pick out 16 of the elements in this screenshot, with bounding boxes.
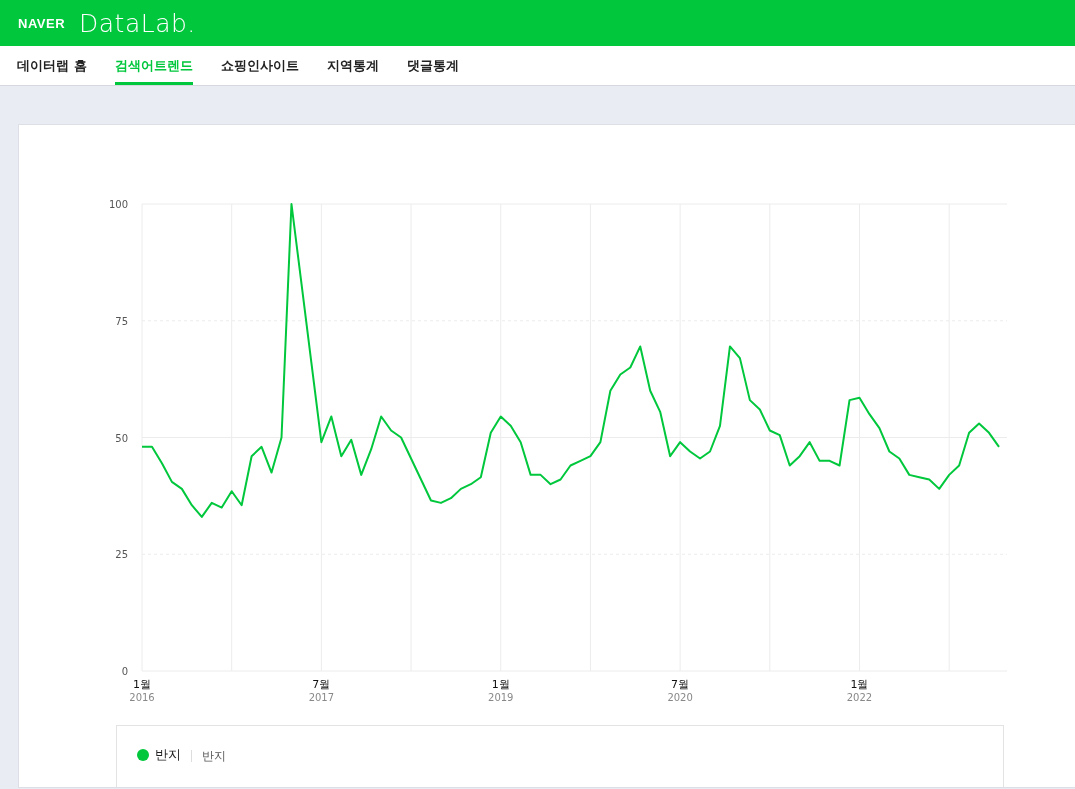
y-axis-label: 25 — [115, 549, 128, 561]
y-axis-label: 100 — [108, 199, 128, 210]
x-axis-label: 7월 2020 — [667, 678, 693, 703]
nav-tab[interactable]: 지역통계 — [326, 46, 379, 85]
x-axis-label: 7월 2017 — [308, 678, 335, 703]
x-axis-label: 1월 2016 — [129, 678, 155, 703]
nav-tab[interactable]: 댓글통계 — [406, 46, 459, 85]
y-axis-label: 0 — [121, 666, 128, 677]
x-axis-label: 1월 2022 — [846, 678, 873, 703]
x-axis-label: 1월 2019 — [488, 678, 514, 703]
nav-tab[interactable]: 쇼핑인사이트 — [220, 46, 299, 85]
nav-tab[interactable]: 데이터랩 홈 — [17, 46, 87, 85]
legend-detail: 반지 — [202, 748, 226, 765]
y-axis-label: 50 — [115, 432, 128, 444]
legend-label: 반지 — [155, 746, 181, 764]
y-axis-label: 75 — [115, 315, 128, 327]
